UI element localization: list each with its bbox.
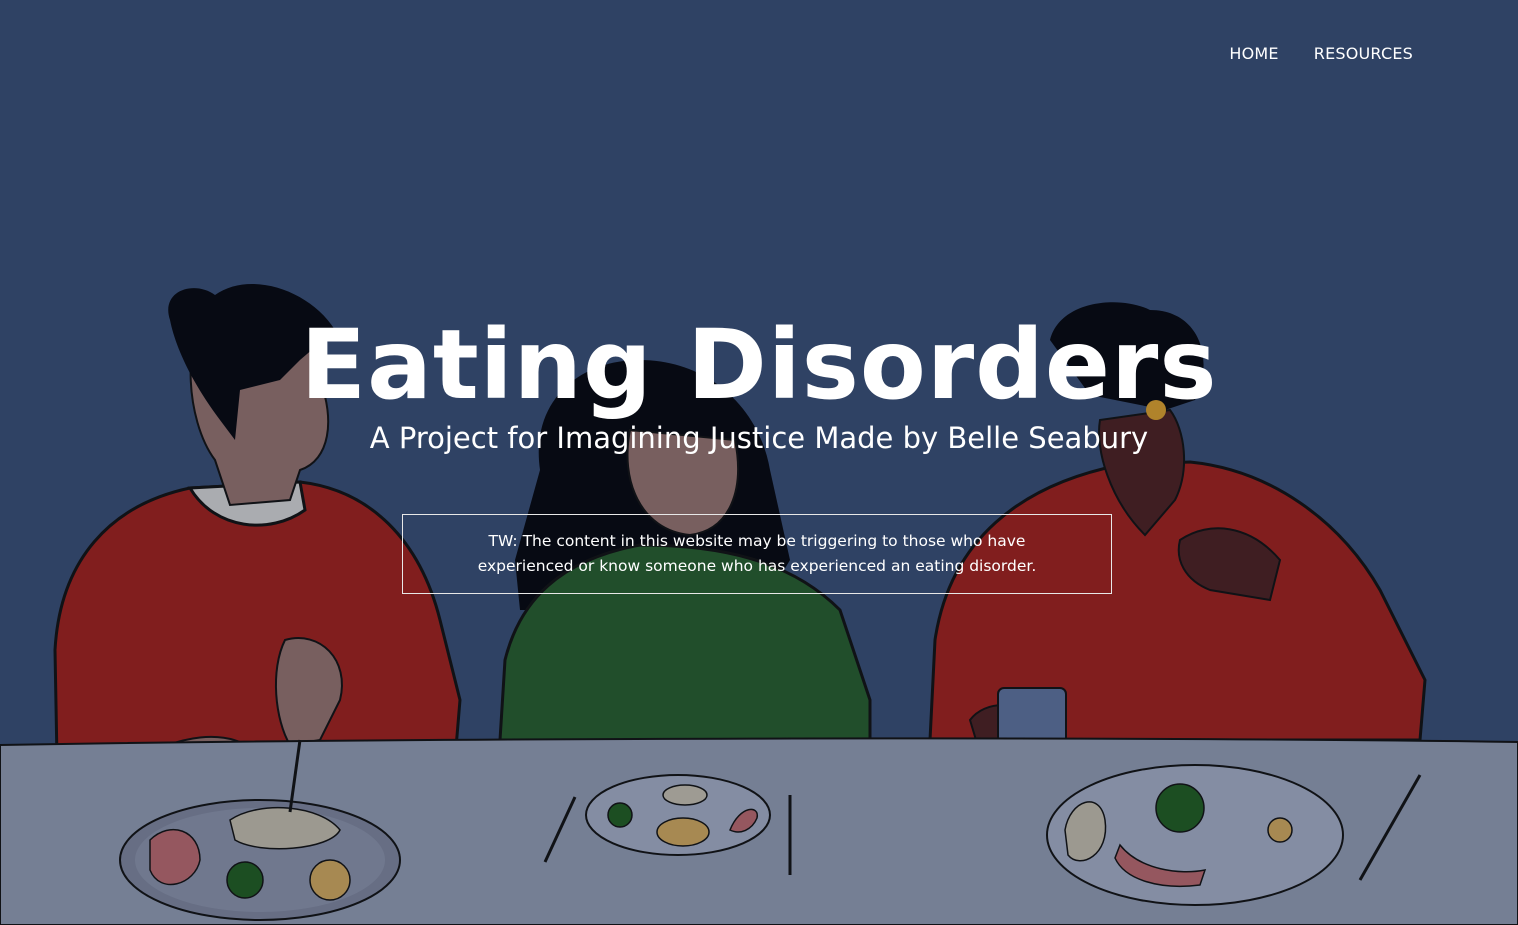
trigger-warning-box: TW: The content in this website may be t… <box>402 514 1112 594</box>
hero-section: HOME RESOURCES Eating Disorders A Projec… <box>0 0 1518 925</box>
page-subtitle: A Project for Imagining Justice Made by … <box>369 421 1149 455</box>
trigger-warning-text: TW: The content in this website may be t… <box>477 532 1037 575</box>
top-nav: HOME RESOURCES <box>1229 44 1413 63</box>
nav-home-link[interactable]: HOME <box>1229 44 1278 63</box>
nav-resources-link[interactable]: RESOURCES <box>1314 44 1413 63</box>
page-title: Eating Disorders <box>300 309 1218 421</box>
hero-overlay <box>0 0 1518 925</box>
